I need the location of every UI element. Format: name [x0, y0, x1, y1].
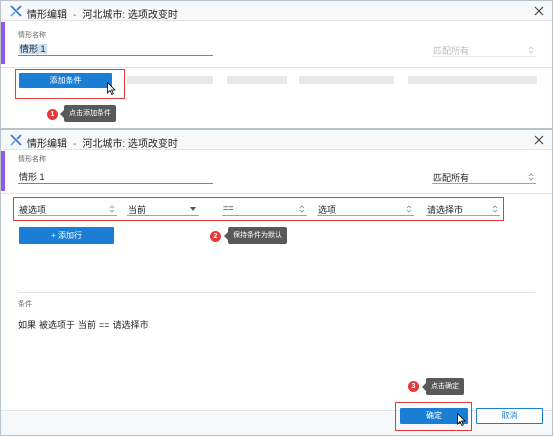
condition-value-value: 请选择市 [427, 205, 464, 215]
app-logo-icon [10, 5, 22, 17]
cond-field: 被选项于 [39, 320, 76, 330]
placeholder-bar [299, 76, 394, 84]
scenario-dialog-bottom: 情形编辑 - 河北城市: 选项改变时 情形名称 情形 1 匹配所有 被选项 当前 =… [0, 129, 553, 436]
divider [1, 193, 552, 194]
condition-operator-value: == [223, 203, 234, 213]
step-badge-1: 1 [47, 109, 58, 120]
cancel-button[interactable]: 取消 [476, 408, 543, 424]
step-badge-2: 2 [210, 231, 221, 242]
match-mode-select[interactable]: 匹配所有 [432, 170, 536, 184]
title-prefix: 情形编辑 [27, 10, 67, 21]
title-separator: - [73, 10, 77, 21]
scenario-name-input[interactable]: 情形 1 [18, 170, 213, 184]
condition-value-type-select[interactable]: 选项 [317, 202, 414, 216]
condition-summary: 如果 被选项于 当前 == 请选择市 [18, 318, 152, 331]
dialog-title: 情形编辑 - 河北城市: 选项改变时 [27, 6, 178, 21]
cond-operator: == [99, 320, 110, 330]
title-bar: 情形编辑 - 河北城市: 选项改变时 [1, 130, 552, 150]
title-context: 河北城市: 选项改变时 [82, 10, 178, 21]
condition-operator-select[interactable]: == [222, 202, 307, 216]
name-label: 情形名称 [18, 156, 46, 163]
step-tip-1: 点击添加条件 [60, 105, 116, 122]
condition-field-value: 被选项 [19, 205, 47, 215]
title-separator: - [73, 139, 77, 150]
selected-name-text: 情形 1 [19, 44, 47, 54]
placeholder-bar [227, 76, 287, 84]
condition-scope-select[interactable]: 当前 [127, 202, 199, 216]
spinner-icon [528, 173, 534, 181]
mouse-cursor-icon [107, 82, 116, 95]
spinner-icon [406, 205, 412, 213]
step-badge-3: 3 [408, 381, 419, 392]
title-prefix: 情形编辑 [27, 139, 67, 150]
cond-scope: 当前 [78, 320, 97, 330]
add-row-button[interactable]: + 添加行 [19, 227, 114, 244]
condition-field-select[interactable]: 被选项 [18, 202, 117, 216]
accent-bar [1, 22, 5, 64]
close-icon[interactable] [532, 4, 546, 18]
condition-value-type-value: 选项 [318, 205, 337, 215]
cond-value: 请选择市 [112, 320, 149, 330]
accent-bar [1, 151, 5, 191]
step-tip-3: 点击确定 [422, 378, 464, 395]
conditions-label: 条件 [18, 301, 32, 308]
dialog-title: 情形编辑 - 河北城市: 选项改变时 [27, 135, 178, 150]
divider [18, 292, 535, 293]
mouse-cursor-icon [457, 413, 466, 426]
match-mode-value: 匹配所有 [433, 173, 470, 183]
scenario-dialog-top: 情形编辑 - 河北城市: 选项改变时 情形名称 情形 1 匹配所有 添加条件 1 点… [0, 0, 553, 129]
spinner-icon [492, 205, 498, 213]
condition-scope-value: 当前 [128, 205, 147, 215]
match-mode-select[interactable]: 匹配所有 [432, 43, 536, 57]
spinner-icon [528, 46, 534, 54]
chevron-down-icon [190, 207, 196, 211]
spinner-icon [109, 205, 115, 213]
title-bar: 情形编辑 - 河北城市: 选项改变时 [1, 1, 552, 21]
cond-if: 如果 [18, 320, 37, 330]
app-logo-icon [10, 134, 22, 146]
placeholder-bar [127, 76, 213, 84]
condition-value-select[interactable]: 请选择市 [426, 202, 500, 216]
close-icon[interactable] [532, 133, 546, 147]
name-value: 情形 1 [19, 172, 45, 182]
step-tip-2: 保持条件为默认 [224, 227, 287, 244]
name-label: 情形名称 [18, 32, 46, 39]
divider [1, 67, 552, 68]
title-context: 河北城市: 选项改变时 [82, 139, 178, 150]
placeholder-bar [408, 76, 537, 84]
scenario-name-input[interactable]: 情形 1 [18, 42, 213, 56]
add-condition-button[interactable]: 添加条件 [19, 73, 112, 88]
match-mode-value: 匹配所有 [433, 46, 470, 56]
spinner-icon [299, 205, 305, 213]
